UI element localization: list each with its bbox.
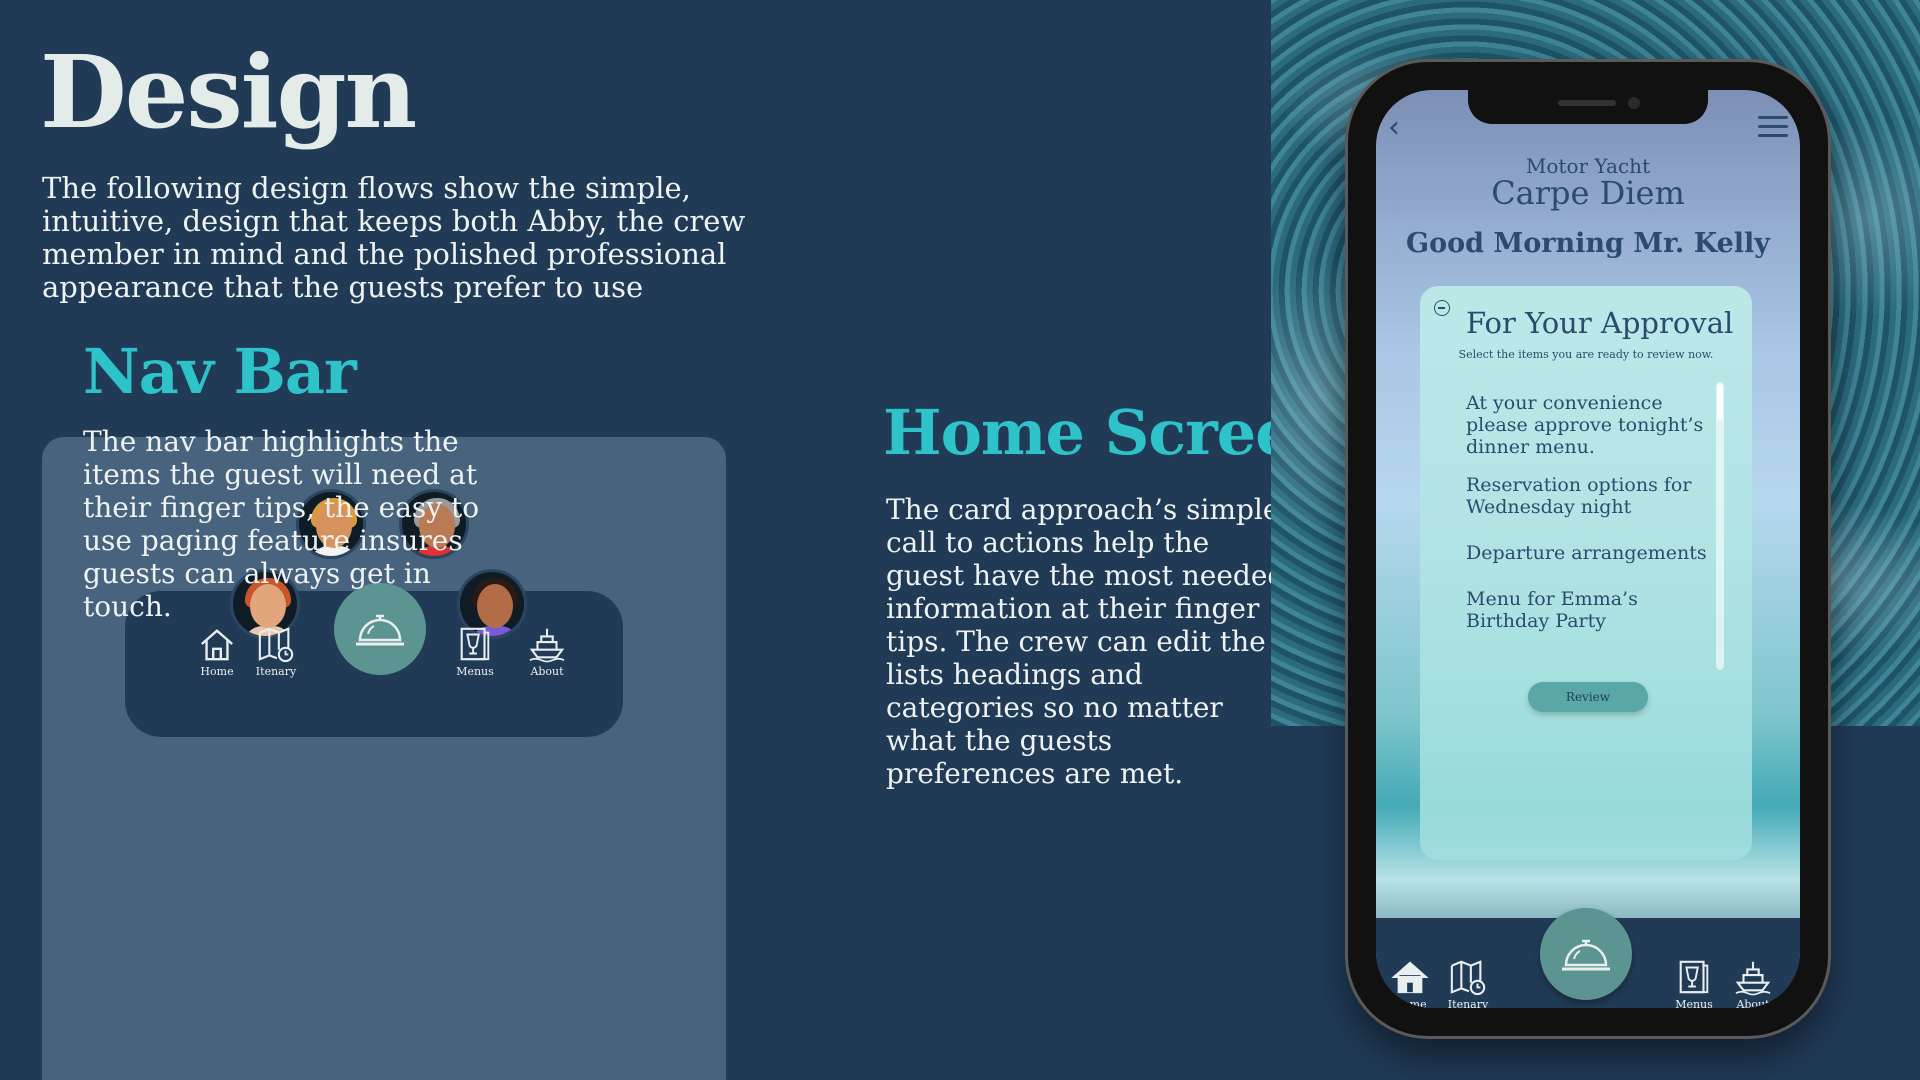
card-title: For Your Approval: [1466, 306, 1734, 340]
nav-bar-description: The nav bar highlights the items the gue…: [83, 425, 480, 623]
nav-bar-heading: Nav Bar: [83, 335, 357, 408]
review-button[interactable]: Review: [1528, 682, 1648, 712]
nav-item-about[interactable]: About: [517, 625, 577, 678]
nav-item-home[interactable]: Home: [1380, 958, 1440, 1008]
map-clock-icon: [258, 627, 294, 663]
service-bell-button[interactable]: [1540, 908, 1632, 1000]
home-screen-heading: Home Screen: [883, 396, 1339, 469]
service-bell-icon: [1562, 939, 1610, 971]
yacht-name: Carpe Diem: [1491, 174, 1685, 212]
approval-card: For Your Approval Select the items you a…: [1420, 286, 1752, 860]
phone-notch: [1468, 90, 1708, 124]
page-title: Design: [40, 33, 417, 151]
list-item[interactable]: Menu for Emma’s Birthday Party: [1466, 588, 1716, 632]
nav-item-about[interactable]: About: [1723, 958, 1783, 1008]
yacht-icon: [529, 628, 565, 663]
greeting: Good Morning Mr. Kelly: [1406, 228, 1770, 259]
nav-item-menus[interactable]: Menus: [1664, 958, 1724, 1008]
card-scrollbar[interactable]: [1716, 382, 1724, 670]
nav-label-itenary: Itenary: [1447, 998, 1489, 1008]
home-icon: [201, 629, 233, 661]
nav-label-about: About: [530, 665, 564, 678]
nav-label-itenary: Itenary: [255, 665, 297, 678]
home-screen-description: The card approach’s simple call to actio…: [886, 493, 1286, 790]
intro-text: The following design flows show the simp…: [42, 171, 746, 304]
menu-wine-icon: [460, 627, 490, 661]
yacht-icon: [1735, 961, 1771, 996]
home-icon: [1391, 961, 1429, 994]
approval-list: At your convenience please approve tonig…: [1466, 392, 1716, 632]
nav-label-home: Home: [200, 665, 234, 678]
hamburger-menu-icon[interactable]: [1758, 116, 1788, 143]
phone-mockup: ‹ Motor Yacht Carpe Diem Good Morning Mr…: [1348, 62, 1828, 1036]
card-subtitle: Select the items you are ready to review…: [1458, 348, 1714, 361]
back-chevron-icon[interactable]: ‹: [1388, 110, 1400, 145]
nav-item-itenary[interactable]: Itenary: [246, 625, 306, 678]
phone-screen: ‹ Motor Yacht Carpe Diem Good Morning Mr…: [1376, 90, 1800, 1008]
list-item[interactable]: Departure arrangements: [1466, 542, 1716, 564]
menu-wine-icon: [1679, 960, 1709, 994]
list-item[interactable]: Reservation options for Wednesday night: [1466, 474, 1716, 518]
nav-label-about: About: [1736, 998, 1770, 1008]
collapse-icon[interactable]: [1434, 300, 1450, 316]
map-clock-icon: [1450, 960, 1486, 996]
phone-nav-bar: Home Itenary Menus About: [1376, 908, 1800, 1008]
list-item[interactable]: At your convenience please approve tonig…: [1466, 392, 1716, 458]
nav-item-home[interactable]: Home: [187, 625, 247, 678]
nav-item-itenary[interactable]: Itenary: [1438, 958, 1498, 1008]
nav-item-menus[interactable]: Menus: [445, 625, 505, 678]
nav-label-menus: Menus: [1675, 998, 1713, 1008]
nav-label-home: Home: [1393, 998, 1427, 1008]
nav-label-menus: Menus: [456, 665, 494, 678]
